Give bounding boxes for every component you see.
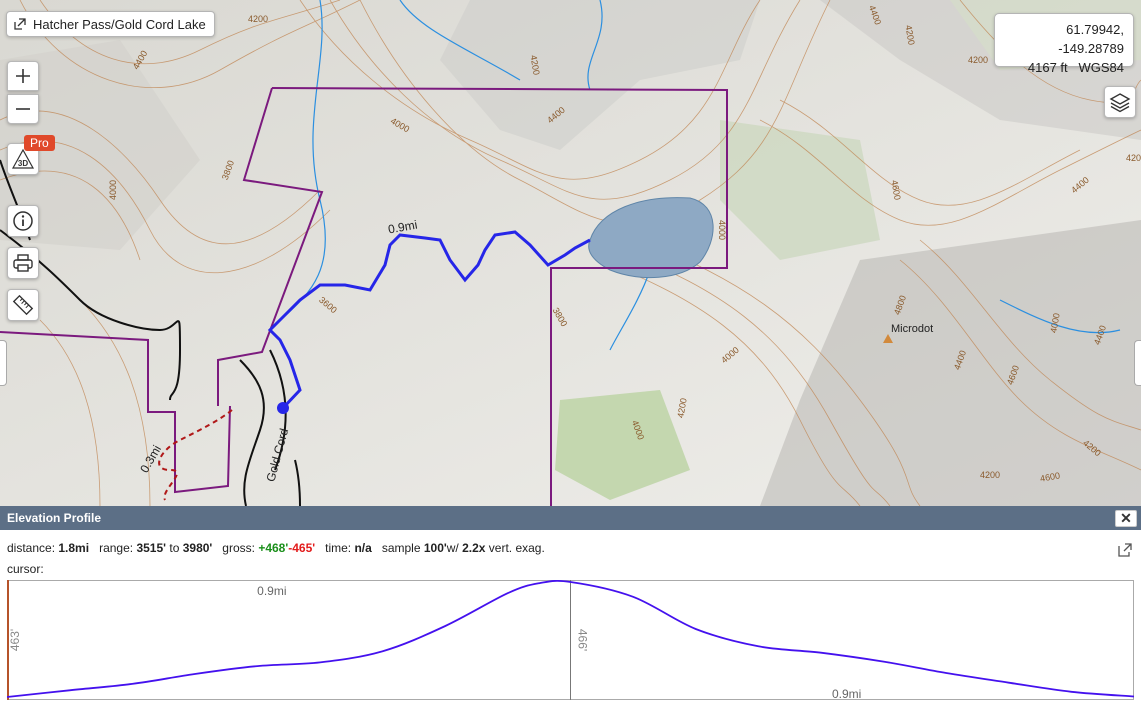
left-panel-toggle[interactable] xyxy=(0,340,7,386)
zoom-in-button[interactable] xyxy=(7,61,39,91)
distance-label: distance: xyxy=(7,541,56,555)
coordinate-readout: 61.79942, -149.28789 4167 ft WGS84 xyxy=(994,13,1134,75)
info-icon xyxy=(13,211,33,231)
sample-label: sample xyxy=(381,541,421,555)
info-button[interactable] xyxy=(7,205,39,237)
peak-name-label: Microdot xyxy=(891,323,934,335)
map-title-button[interactable]: Hatcher Pass/Gold Cord Lake xyxy=(6,11,215,37)
measure-button[interactable] xyxy=(7,289,39,321)
segment-2-distance-label: 0.9mi xyxy=(832,687,861,700)
external-link-icon xyxy=(1118,543,1132,557)
sample-value: 100' xyxy=(423,541,447,555)
time-value: n/a xyxy=(354,541,372,555)
layers-icon xyxy=(1109,93,1131,113)
print-button[interactable] xyxy=(7,247,39,279)
track-start-point[interactable] xyxy=(277,402,289,414)
loss-value: -465' xyxy=(288,541,316,555)
distance-value: 1.8mi xyxy=(58,541,90,555)
segment-1-gain-label: 463' xyxy=(8,629,22,651)
expand-profile-button[interactable] xyxy=(1117,542,1133,561)
elevation-stats: distance: 1.8mi range: 3515' to 3980' gr… xyxy=(7,541,545,555)
exaggeration-label: vert. exag. xyxy=(488,541,545,555)
cursor-readout: cursor: xyxy=(7,562,44,576)
gross-label: gross: xyxy=(222,541,255,555)
svg-text:3D: 3D xyxy=(18,159,28,168)
map-view[interactable]: 4200 4400 4200 4400 4200 4000 4400 4000 … xyxy=(0,0,1141,506)
elevation-profile-title: Elevation Profile xyxy=(7,511,102,525)
segment-2-gain-label: 466' xyxy=(576,629,590,651)
coordinate-datum: WGS84 xyxy=(1078,60,1124,75)
elevation-profile-header: Elevation Profile ✕ xyxy=(0,506,1141,530)
pro-badge: Pro xyxy=(24,135,55,151)
ruler-icon xyxy=(12,294,34,316)
topo-map-canvas[interactable] xyxy=(0,0,1141,506)
range-high-value: 3980' xyxy=(182,541,213,555)
close-button[interactable]: ✕ xyxy=(1115,510,1137,527)
segment-1-distance-label: 0.9mi xyxy=(257,584,286,598)
range-low-value: 3515' xyxy=(136,541,167,555)
coordinate-elevation: 4167 ft xyxy=(1027,60,1068,75)
range-to: to xyxy=(169,541,180,555)
coordinate-latlon: 61.79942, -149.28789 xyxy=(1058,22,1124,56)
layers-button[interactable] xyxy=(1104,86,1136,118)
time-label: time: xyxy=(325,541,352,555)
gain-value: +468' xyxy=(258,541,289,555)
external-link-icon xyxy=(14,18,26,30)
range-label: range: xyxy=(99,541,134,555)
exaggeration-value: 2.2x xyxy=(462,541,486,555)
sample-with: w/ xyxy=(446,541,459,555)
minus-icon xyxy=(16,108,30,110)
elevation-chart[interactable]: 0.9mi 0.9mi 463' 466' xyxy=(7,580,1134,700)
zoom-out-button[interactable] xyxy=(7,94,39,124)
plus-icon xyxy=(16,69,30,83)
map-title: Hatcher Pass/Gold Cord Lake xyxy=(33,16,206,32)
printer-icon xyxy=(13,254,33,272)
right-panel-toggle[interactable] xyxy=(1134,340,1141,386)
3d-icon: 3D xyxy=(11,148,35,169)
